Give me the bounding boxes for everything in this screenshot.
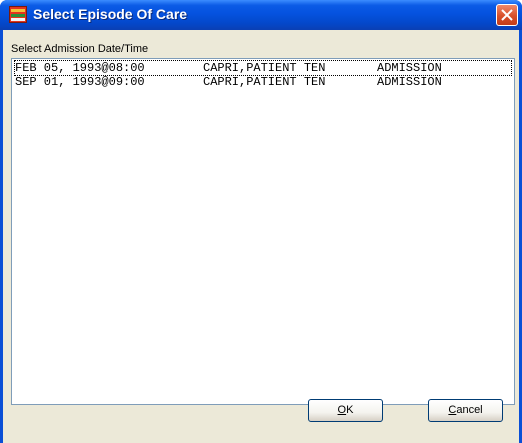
item-type: ADMISSION bbox=[377, 75, 442, 89]
item-date: FEB 05, 1993@08:00 bbox=[15, 61, 145, 75]
ok-label-rest: K bbox=[346, 404, 354, 416]
app-icon bbox=[9, 6, 27, 23]
dialog-window: Select Episode Of Care Select Admission … bbox=[0, 0, 522, 443]
list-label: Select Admission Date/Time bbox=[11, 43, 149, 55]
cancel-button[interactable]: Cancel bbox=[428, 399, 503, 422]
list-item[interactable]: FEB 05, 1993@08:00 CAPRI,PATIENT TEN ADM… bbox=[14, 60, 512, 76]
title-bar[interactable]: Select Episode Of Care bbox=[0, 0, 522, 30]
window-title: Select Episode Of Care bbox=[33, 6, 188, 22]
admission-listbox[interactable]: FEB 05, 1993@08:00 CAPRI,PATIENT TEN ADM… bbox=[11, 58, 515, 405]
close-button[interactable] bbox=[496, 4, 518, 26]
item-patient: CAPRI,PATIENT TEN bbox=[203, 75, 326, 89]
dialog-body: Select Admission Date/Time FEB 05, 1993@… bbox=[3, 30, 519, 443]
item-type: ADMISSION bbox=[377, 61, 442, 75]
list-item[interactable]: SEP 01, 1993@09:00 CAPRI,PATIENT TEN ADM… bbox=[15, 75, 511, 89]
close-icon bbox=[501, 9, 513, 21]
item-patient: CAPRI,PATIENT TEN bbox=[203, 61, 326, 75]
item-date: SEP 01, 1993@09:00 bbox=[15, 75, 145, 89]
ok-mnemonic: O bbox=[337, 404, 347, 416]
cancel-label-rest: ancel bbox=[456, 404, 483, 416]
ok-button[interactable]: OK bbox=[308, 399, 383, 422]
